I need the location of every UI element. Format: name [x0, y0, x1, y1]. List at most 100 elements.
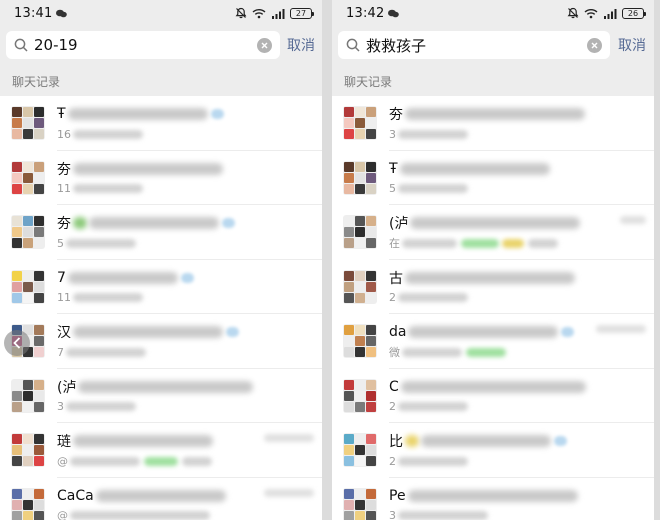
search-query: 救救孩子 [366, 36, 427, 55]
item-sub-lead: 11 [57, 291, 71, 305]
wifi-icon [252, 8, 266, 18]
item-title-lead: 夯 [389, 107, 403, 124]
item-title-lead: Pe [389, 487, 406, 504]
item-sub-lead: 2 [389, 291, 396, 305]
blurred-subtitle [73, 129, 143, 139]
list-item[interactable]: 7 11 [0, 260, 322, 315]
phone-screen-right: 13:42 26 救救孩子 取消 聊天记录 夯 3 Ŧ 5 (泸 在 古 2 d… [332, 0, 654, 520]
blurred-subtitle [73, 293, 143, 303]
cloud-emoji-icon [226, 327, 239, 338]
item-sub-lead: 5 [57, 236, 64, 250]
status-time: 13:42 [346, 5, 385, 21]
group-avatar [343, 324, 377, 359]
wifi-icon [584, 8, 598, 18]
group-avatar [11, 106, 45, 141]
list-item[interactable]: Ŧ 5 [332, 151, 654, 206]
list-item[interactable]: 夯 11 [0, 151, 322, 206]
list-item[interactable]: 夯 3 [332, 96, 654, 151]
list-item[interactable]: 琏 @ [0, 423, 322, 478]
green-emoji [73, 217, 87, 230]
item-sub-lead: 2 [389, 400, 396, 414]
group-avatar [343, 106, 377, 141]
back-gesture-handle[interactable] [4, 330, 30, 356]
list-item[interactable]: (泸 在 [332, 205, 654, 260]
item-sub-lead: 2 [389, 454, 396, 468]
highlighted-match [466, 347, 506, 357]
list-item[interactable]: (泸 3 [0, 369, 322, 424]
item-sub-lead: @ [57, 509, 68, 520]
blurred-title [407, 489, 578, 502]
signal-icon [604, 8, 617, 19]
item-title-lead: (泸 [57, 379, 77, 396]
battery-indicator: 26 [622, 7, 646, 19]
list-item[interactable]: C 2 [332, 369, 654, 424]
search-icon [346, 38, 360, 52]
list-item[interactable]: 汉 7 [0, 314, 322, 369]
close-icon [261, 42, 268, 48]
result-list: 夯 3 Ŧ 5 (泸 在 古 2 da 微 C 2 比 2 Pe 3 [332, 96, 654, 520]
search-query: 20-19 [34, 36, 78, 54]
blurred-timestamp [620, 216, 646, 225]
list-item[interactable]: da 微 [332, 314, 654, 369]
blurred-subtitle [70, 511, 210, 520]
status-time: 13:41 [14, 5, 53, 21]
group-avatar [11, 378, 45, 413]
blurred-subtitle [398, 402, 468, 412]
item-sub-lead: 3 [57, 400, 64, 414]
blurred-subtitle [66, 402, 136, 412]
blurred-subtitle [528, 238, 558, 248]
status-bar: 13:41 27 [0, 0, 322, 26]
clear-search-button[interactable] [587, 37, 602, 53]
search-icon [14, 38, 28, 52]
item-sub-lead: 7 [57, 345, 64, 359]
blurred-subtitle [70, 456, 140, 466]
blurred-subtitle [398, 129, 468, 139]
blurred-timestamp [264, 434, 314, 443]
item-title-lead: 比 [389, 434, 403, 451]
highlighted-match [144, 456, 178, 466]
list-item[interactable]: 古 2 [332, 260, 654, 315]
list-item[interactable]: CaCa @ [0, 478, 322, 520]
cancel-button[interactable]: 取消 [280, 35, 322, 55]
blurred-title [89, 217, 219, 230]
blurred-title [405, 271, 575, 284]
clear-search-button[interactable] [257, 37, 272, 53]
blurred-subtitle [66, 347, 146, 357]
blurred-title [95, 489, 226, 502]
search-row: 救救孩子 取消 [338, 30, 654, 60]
group-avatar [11, 215, 45, 250]
blurred-title [399, 162, 550, 175]
blurred-subtitle [182, 456, 212, 466]
item-title-lead: 古 [389, 270, 403, 287]
result-list: Ŧ 16 夯 11 夯 5 7 11 汉 7 (泸 3 琏 @ CaCa @ [0, 96, 322, 520]
search-input[interactable]: 救救孩子 [338, 31, 610, 59]
blurred-subtitle [66, 238, 136, 248]
item-title-lead: Ŧ [389, 160, 398, 177]
cloud-emoji-icon [222, 218, 235, 229]
phone-screen-left: 13:41 27 20-19 取消 聊天记录 Ŧ 16 夯 11 夯 5 7 1… [0, 0, 322, 520]
mute-bell-icon [567, 7, 579, 19]
blurred-title [400, 380, 586, 393]
list-item[interactable]: Pe 3 [332, 478, 654, 520]
item-sub-lead: 微 [389, 346, 400, 360]
emoji [405, 435, 419, 448]
list-item[interactable]: 比 2 [332, 423, 654, 478]
item-sub-lead: @ [57, 454, 68, 468]
group-avatar [11, 160, 45, 195]
blurred-title [410, 217, 581, 230]
search-input[interactable]: 20-19 [6, 31, 280, 59]
list-item[interactable]: Ŧ 16 [0, 96, 322, 151]
section-title: 聊天记录 [12, 74, 61, 89]
cancel-button[interactable]: 取消 [610, 35, 654, 55]
cloud-emoji-icon [554, 436, 567, 447]
item-title-lead: (泸 [389, 216, 409, 233]
close-icon [591, 42, 598, 48]
blurred-timestamp [596, 325, 646, 334]
list-item[interactable]: 夯 5 [0, 205, 322, 260]
group-avatar [343, 378, 377, 413]
group-avatar [343, 160, 377, 195]
signal-icon [272, 8, 285, 19]
blurred-subtitle [402, 347, 462, 357]
emoji [502, 238, 524, 248]
blurred-title [421, 435, 551, 448]
